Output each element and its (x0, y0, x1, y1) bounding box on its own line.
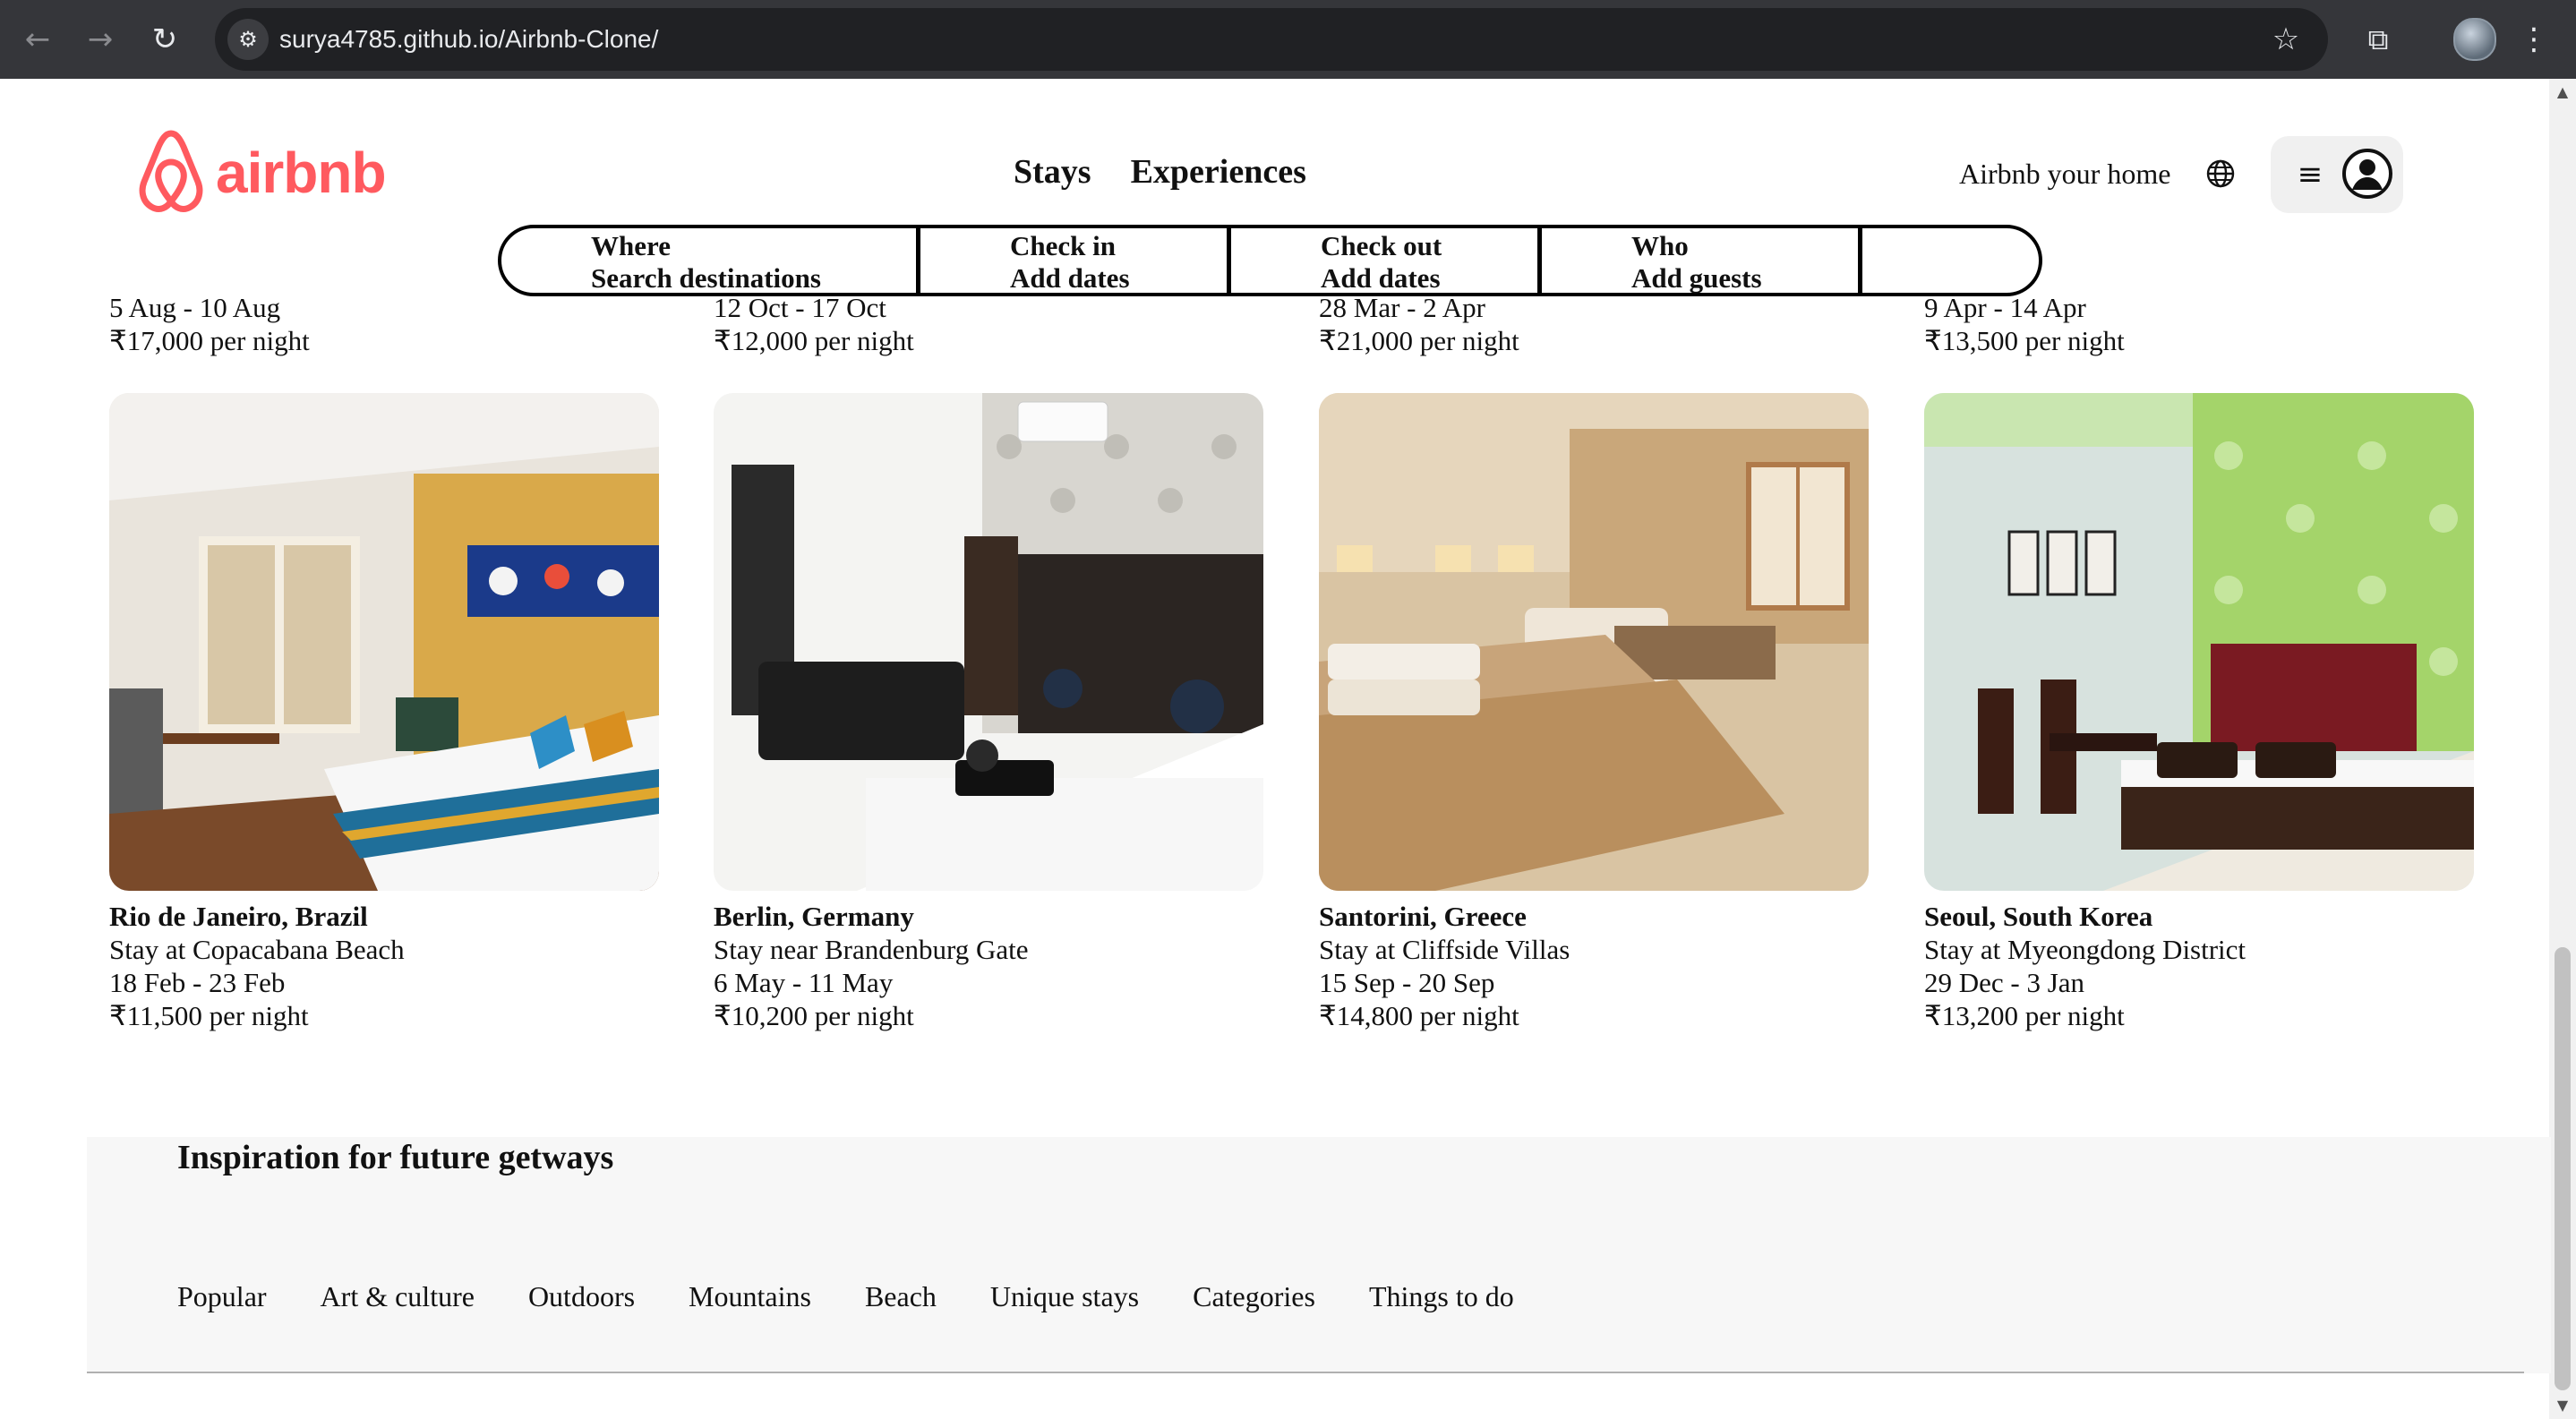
search-where[interactable]: Where Search destinations (501, 228, 920, 294)
listing-card[interactable]: Seoul, South Korea Stay at Myeongdong Di… (1924, 393, 2474, 1032)
browser-toolbar: ← → ↻ ⚙ surya4785.github.io/Airbnb-Clone… (0, 0, 2576, 79)
listing-price: ₹11,500 per night (109, 1000, 309, 1031)
check-out-label: Check out (1321, 230, 1442, 261)
listing-price: ₹13,200 per night (1924, 1000, 2125, 1031)
tab-categories[interactable]: Categories (1193, 1280, 1315, 1313)
listing-price: ₹12,000 per night (714, 325, 914, 356)
tab-mountains[interactable]: Mountains (689, 1280, 811, 1313)
check-in-hint: Add dates (1010, 262, 1130, 294)
listing-description: Stay at Cliffside Villas (1319, 934, 1570, 965)
previous-listing[interactable]: 28 Mar - 2 Apr ₹21,000 per night (1319, 291, 1519, 357)
listing-dates: 9 Apr - 14 Apr (1924, 292, 2086, 323)
listing-dates: 18 Feb - 23 Feb (109, 967, 286, 998)
kebab-menu-icon[interactable]: ⋮ (2516, 18, 2552, 61)
check-in-label: Check in (1010, 230, 1116, 261)
tab-popular[interactable]: Popular (177, 1280, 267, 1313)
listing-dates: 29 Dec - 3 Jan (1924, 967, 2085, 998)
tab-things-to-do[interactable]: Things to do (1369, 1280, 1514, 1313)
listing-card[interactable]: Santorini, Greece Stay at Cliffside Vill… (1319, 393, 1869, 1032)
listing-photo[interactable] (109, 393, 659, 891)
scroll-down-arrow-icon[interactable]: ▼ (2549, 1392, 2576, 1419)
search-where-label: Where (591, 230, 671, 261)
previous-listing[interactable]: 5 Aug - 10 Aug ₹17,000 per night (109, 291, 310, 357)
listing-location[interactable]: Seoul, South Korea (1924, 900, 2474, 933)
who-hint: Add guests (1631, 262, 1762, 294)
nav-experiences[interactable]: Experiences (1131, 152, 1306, 192)
search-who[interactable]: Who Add guests (1542, 228, 1862, 294)
listing-photo[interactable] (1319, 393, 1869, 891)
tab-beach[interactable]: Beach (865, 1280, 937, 1313)
listing-dates: 28 Mar - 2 Apr (1319, 292, 1485, 323)
listing-location[interactable]: Berlin, Germany (714, 900, 1263, 933)
listing-dates: 6 May - 11 May (714, 967, 894, 998)
listing-dates: 12 Oct - 17 Oct (714, 292, 886, 323)
page-scrollbar[interactable]: ▲ ▼ (2549, 79, 2576, 1419)
listing-dates: 5 Aug - 10 Aug (109, 292, 281, 323)
reload-icon[interactable]: ↻ (143, 18, 186, 61)
who-label: Who (1631, 230, 1689, 261)
airbnb-logo[interactable]: airbnb (139, 125, 387, 219)
back-icon[interactable]: ← (16, 18, 59, 61)
tab-art-culture[interactable]: Art & culture (321, 1280, 475, 1313)
listing-card[interactable]: Berlin, Germany Stay near Brandenburg Ga… (714, 393, 1263, 1032)
listing-info: Rio de Janeiro, Brazil Stay at Copacaban… (109, 900, 659, 1032)
hamburger-icon: ≡ (2297, 157, 2324, 192)
scroll-up-arrow-icon[interactable]: ▲ (2549, 79, 2576, 106)
nav-stays[interactable]: Stays (1014, 152, 1091, 192)
listing-price: ₹17,000 per night (109, 325, 310, 356)
search-button[interactable] (1862, 228, 2039, 293)
search-where-hint: Search destinations (591, 262, 821, 294)
address-bar[interactable]: ⚙ surya4785.github.io/Airbnb-Clone/ ☆ (215, 8, 2328, 71)
previous-listing[interactable]: 12 Oct - 17 Oct ₹12,000 per night (714, 291, 914, 357)
forward-icon[interactable]: → (79, 18, 122, 61)
bookmark-star-icon[interactable]: ☆ (2264, 17, 2308, 62)
listing-photo[interactable] (1924, 393, 2474, 891)
tab-unique-stays[interactable]: Unique stays (990, 1280, 1139, 1313)
listing-price: ₹13,500 per night (1924, 325, 2125, 356)
listing-price: ₹10,200 per night (714, 1000, 914, 1031)
main-nav: Stays Experiences (1014, 152, 1306, 192)
extensions-icon[interactable]: ⧉ (2357, 18, 2400, 61)
address-bar-url[interactable]: surya4785.github.io/Airbnb-Clone/ (279, 8, 658, 71)
host-link[interactable]: Airbnb your home (1959, 158, 2170, 191)
profile-avatar[interactable] (2453, 18, 2496, 61)
listing-price: ₹21,000 per night (1319, 325, 1519, 356)
listing-location[interactable]: Rio de Janeiro, Brazil (109, 900, 659, 933)
listing-description: Stay at Myeongdong District (1924, 934, 2247, 965)
listing-dates: 15 Sep - 20 Sep (1319, 967, 1495, 998)
site-info-icon[interactable]: ⚙ (227, 19, 269, 60)
listing-info: Berlin, Germany Stay near Brandenburg Ga… (714, 900, 1263, 1032)
user-avatar-icon (2342, 149, 2392, 199)
logo-wordmark: airbnb (216, 140, 387, 205)
inspiration-heading: Inspiration for future getways (177, 1139, 614, 1176)
listing-description: Stay at Copacabana Beach (109, 934, 405, 965)
tab-outdoors[interactable]: Outdoors (528, 1280, 635, 1313)
inspiration-tabs: Popular Art & culture Outdoors Mountains… (177, 1280, 1568, 1313)
listing-photo[interactable] (714, 393, 1263, 891)
airbnb-belo-icon (139, 130, 203, 212)
check-out-hint: Add dates (1321, 262, 1441, 294)
listing-info: Seoul, South Korea Stay at Myeongdong Di… (1924, 900, 2474, 1032)
globe-icon[interactable] (2204, 158, 2237, 190)
inspiration-section: Inspiration for future getways Popular A… (87, 1137, 2551, 1373)
previous-listing[interactable]: 9 Apr - 14 Apr ₹13,500 per night (1924, 291, 2125, 357)
listing-price: ₹14,800 per night (1319, 1000, 1519, 1031)
search-check-in[interactable]: Check in Add dates (920, 228, 1231, 294)
user-menu-button[interactable]: ≡ (2271, 136, 2403, 213)
search-bar: Where Search destinations Check in Add d… (498, 225, 2042, 296)
listing-location[interactable]: Santorini, Greece (1319, 900, 1869, 933)
section-divider (87, 1372, 2524, 1373)
listing-card[interactable]: Rio de Janeiro, Brazil Stay at Copacaban… (109, 393, 659, 1032)
scrollbar-thumb[interactable] (2555, 947, 2571, 1390)
search-check-out[interactable]: Check out Add dates (1231, 228, 1542, 294)
listing-description: Stay near Brandenburg Gate (714, 934, 1029, 965)
listing-info: Santorini, Greece Stay at Cliffside Vill… (1319, 900, 1869, 1032)
